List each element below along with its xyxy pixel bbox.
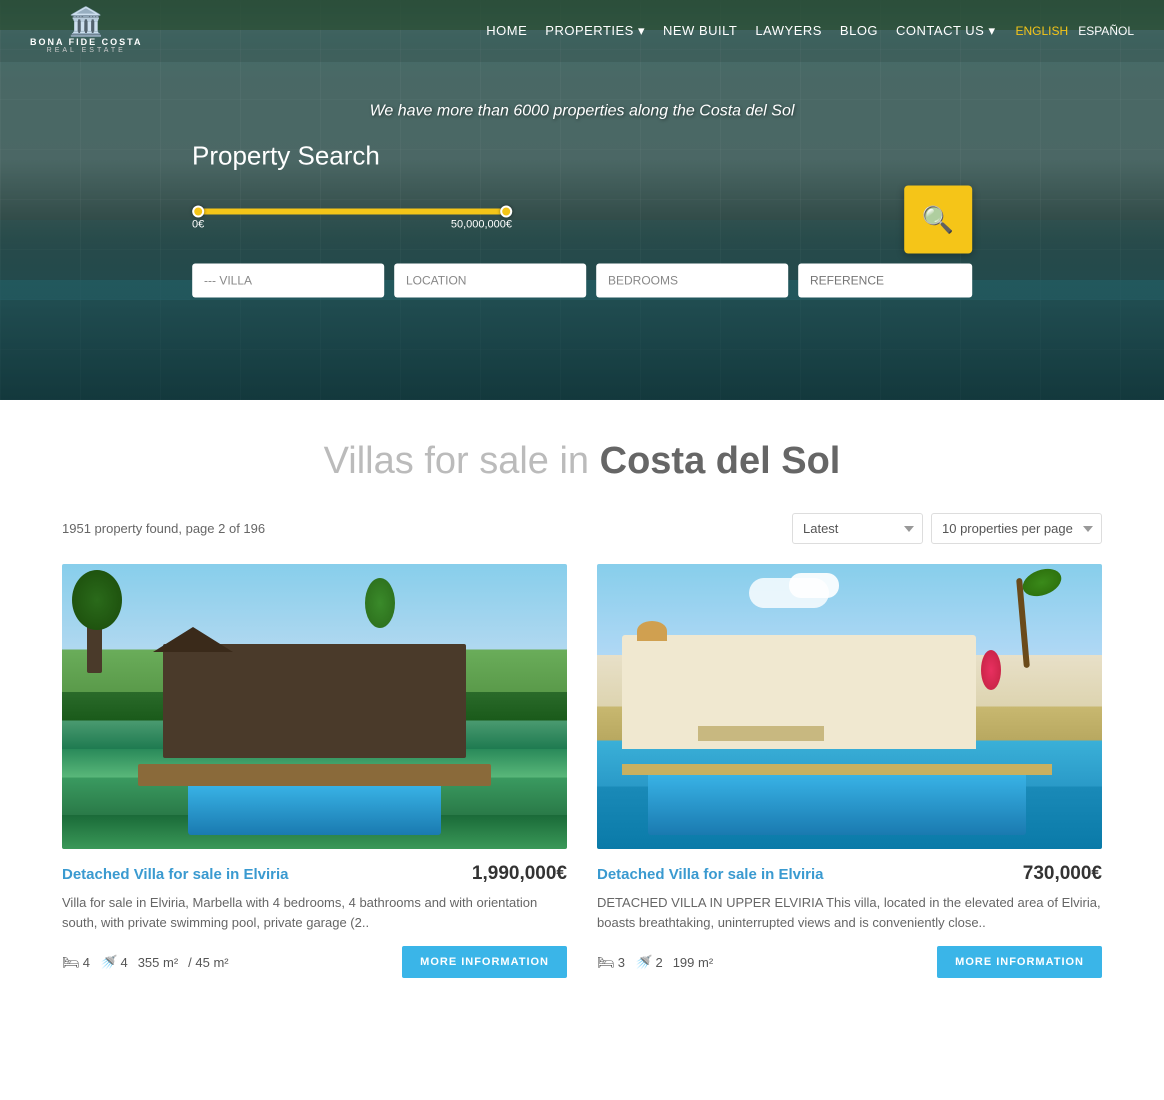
logo[interactable]: 🏛️ BONA FIDE COSTA REAL ESTATE	[30, 8, 143, 54]
bedrooms-1: 🛏 4	[62, 954, 90, 971]
nav-item-home[interactable]: HOME	[486, 22, 527, 40]
logo-emblem: 🏛️	[69, 8, 104, 36]
main-content: Villas for sale in Costa del Sol 1951 pr…	[32, 400, 1132, 978]
nav-item-new-built[interactable]: NEW BUILT	[663, 22, 737, 40]
property-image-2[interactable]	[597, 564, 1102, 849]
price-max-label: 50,000,000€	[451, 219, 512, 231]
results-count: 1951 property found, page 2 of 196	[62, 521, 265, 536]
price-slider-container[interactable]: 0€ 50,000,000€	[192, 209, 512, 231]
logo-name: BONA FIDE COSTA	[30, 37, 143, 47]
bedrooms-2: 🛏 3	[597, 954, 625, 971]
sort-select[interactable]: Latest Price (low-high) Price (high-low)…	[792, 513, 923, 544]
hero-tagline: We have more than 6000 properties along …	[58, 103, 1106, 121]
language-switcher: ENGLISH ESPAÑOL	[1016, 24, 1135, 38]
range-thumb-left[interactable]	[192, 206, 204, 218]
bath-icon-2: 🚿	[635, 954, 652, 971]
property-price-2: 730,000€	[1023, 863, 1102, 885]
search-icon: 🔍	[922, 204, 954, 235]
lang-espanol[interactable]: ESPAÑOL	[1078, 24, 1134, 38]
property-title-2[interactable]: Detached Villa for sale in Elviria	[597, 866, 824, 883]
navbar: 🏛️ BONA FIDE COSTA REAL ESTATE HOME PROP…	[0, 0, 1164, 400]
bedrooms-select[interactable]: BEDROOMS12345+	[596, 264, 788, 298]
more-info-button-1[interactable]: MORE INFORMATION	[402, 946, 567, 978]
bath-icon-1: 🚿	[100, 954, 117, 971]
property-title-1[interactable]: Detached Villa for sale in Elviria	[62, 866, 289, 883]
price-range-row: 0€ 50,000,000€ 🔍	[192, 186, 972, 254]
per-page-select[interactable]: 10 properties per page 20 properties per…	[931, 513, 1102, 544]
range-thumb-right[interactable]	[500, 206, 512, 218]
navigation: 🏛️ BONA FIDE COSTA REAL ESTATE HOME PROP…	[0, 0, 1164, 62]
nav-item-properties[interactable]: PROPERTIES ▾	[545, 22, 645, 40]
property-description-2: DETACHED VILLA IN UPPER ELVIRIA This vil…	[597, 893, 1102, 932]
property-image-1[interactable]	[62, 564, 567, 849]
search-filters: --- VILLAApartmentPenthouseTownhouseStud…	[192, 264, 972, 298]
bathrooms-2: 🚿 2	[635, 954, 663, 971]
property-meta-1: 🛏 4 🚿 4 355 m² / 45 m² MORE INFORMATION	[62, 946, 567, 978]
nav-item-contact[interactable]: CONTACT US ▾	[896, 22, 995, 40]
bed-icon-2: 🛏	[597, 954, 615, 971]
area-2: 199 m²	[673, 955, 713, 970]
plot-1: / 45 m²	[188, 955, 228, 970]
page-title-section: Villas for sale in Costa del Sol	[62, 400, 1102, 503]
property-type-select[interactable]: --- VILLAApartmentPenthouseTownhouseStud…	[192, 264, 384, 298]
location-select[interactable]: LOCATIONMarbellaElviriaEsteponaBenahavis	[394, 264, 586, 298]
lang-english[interactable]: ENGLISH	[1016, 24, 1069, 38]
property-meta-2: 🛏 3 🚿 2 199 m² MORE INFORMATION	[597, 946, 1102, 978]
nav-item-blog[interactable]: BLOG	[840, 22, 878, 40]
sort-controls: Latest Price (low-high) Price (high-low)…	[792, 513, 1102, 544]
search-button[interactable]: 🔍	[904, 186, 972, 254]
area-1: 355 m²	[138, 955, 178, 970]
nav-item-lawyers[interactable]: LAWYERS	[755, 22, 822, 40]
bathrooms-1: 🚿 4	[100, 954, 128, 971]
hero-content: We have more than 6000 properties along …	[58, 103, 1106, 298]
property-price-1: 1,990,000€	[472, 863, 567, 885]
page-title: Villas for sale in Costa del Sol	[62, 440, 1102, 483]
property-grid: Detached Villa for sale in Elviria 1,990…	[62, 564, 1102, 978]
search-title: Property Search	[192, 141, 380, 172]
results-bar: 1951 property found, page 2 of 196 Lates…	[62, 503, 1102, 544]
property-description-1: Villa for sale in Elviria, Marbella with…	[62, 893, 567, 932]
nav-links: HOME PROPERTIES ▾ NEW BUILT LAWYERS BLOG…	[486, 22, 995, 40]
property-card-1: Detached Villa for sale in Elviria 1,990…	[62, 564, 567, 978]
bed-icon-1: 🛏	[62, 954, 80, 971]
property-info-2: Detached Villa for sale in Elviria 730,0…	[597, 863, 1102, 978]
reference-input[interactable]	[798, 264, 972, 298]
property-info-1: Detached Villa for sale in Elviria 1,990…	[62, 863, 567, 978]
price-min-label: 0€	[192, 219, 204, 231]
logo-tagline: REAL ESTATE	[47, 47, 126, 54]
more-info-button-2[interactable]: MORE INFORMATION	[937, 946, 1102, 978]
property-card-2: Detached Villa for sale in Elviria 730,0…	[597, 564, 1102, 978]
